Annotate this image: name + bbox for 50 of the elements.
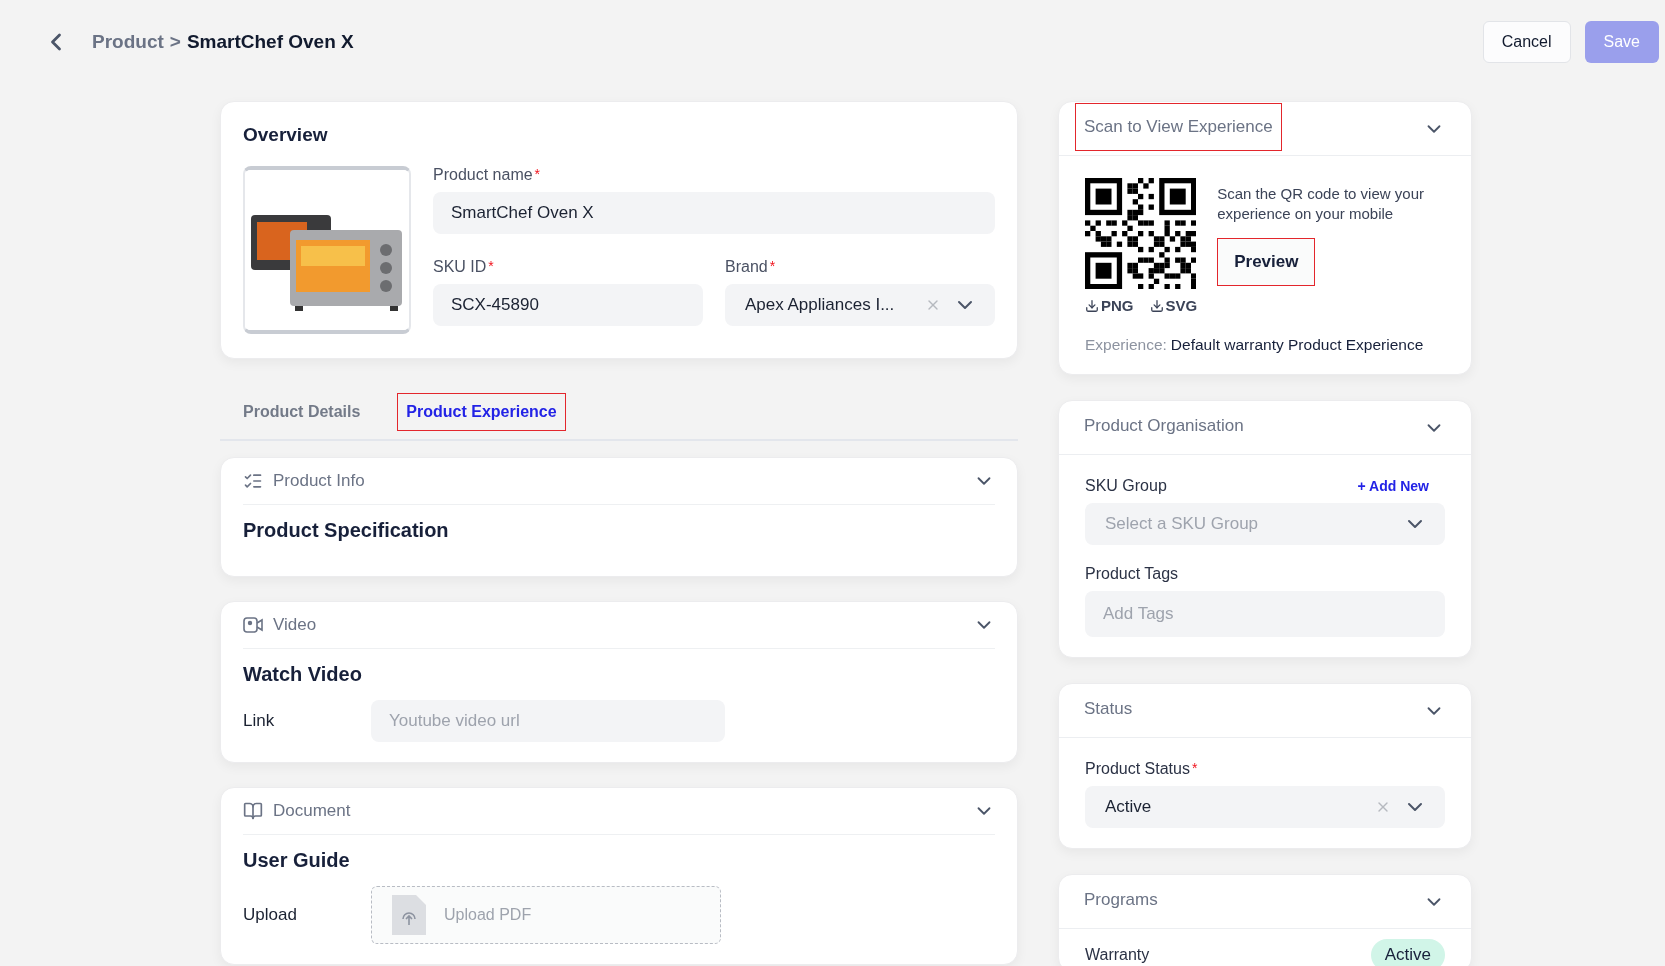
preview-button[interactable]: Preview	[1217, 238, 1316, 286]
field-label: Product Tags	[1085, 565, 1179, 584]
status-select[interactable]: Active	[1085, 786, 1445, 829]
download-icon	[1085, 298, 1099, 313]
card-title: Programs	[1083, 888, 1159, 911]
tab[interactable]: Product Details	[234, 393, 370, 431]
tags-input[interactable]: Add Tags	[1085, 591, 1445, 638]
breadcrumb-link[interactable]: Product	[92, 31, 164, 53]
text-input[interactable]: SmartChef Oven X	[433, 192, 995, 234]
required-mark: *	[769, 258, 776, 274]
scan-instructions: Scan the QR code to view your experience on your mobile	[1217, 184, 1425, 224]
card-title: Scan to View Experience	[1075, 102, 1282, 151]
field-label: Upload	[243, 905, 298, 925]
video-camera-icon	[243, 615, 263, 635]
section-title: Document	[273, 801, 352, 821]
tab[interactable]: Product Experience	[397, 393, 566, 431]
field-label: SKU Group	[1085, 477, 1167, 496]
download-link[interactable]: SVG	[1149, 297, 1198, 315]
experience-label: Experience:	[1085, 336, 1167, 355]
field-label: Product Status	[1085, 760, 1190, 779]
download-link[interactable]: PNG	[1085, 297, 1134, 315]
program-name: Warranty	[1085, 946, 1150, 965]
add-new-link[interactable]: + Add New	[1357, 478, 1429, 495]
download-icon	[1149, 298, 1164, 313]
section-title: Product Info	[273, 471, 366, 491]
section-heading: User Guide	[243, 849, 351, 872]
status-badge: Active	[1370, 939, 1445, 966]
book-icon	[243, 801, 263, 821]
text-input[interactable]: SCX-45890	[433, 284, 703, 326]
field-label: Product name	[433, 166, 533, 184]
section-heading: Product Specification	[243, 519, 450, 542]
card-title: Overview	[243, 124, 329, 146]
checklist-icon	[243, 471, 263, 491]
file-upload-icon	[392, 895, 426, 935]
experience-value: Default warranty Product Experience	[1170, 336, 1424, 355]
cancel-button[interactable]: Cancel	[1482, 21, 1571, 63]
field-label: Link	[243, 711, 276, 731]
card-title: Status	[1083, 697, 1134, 720]
page-title: SmartChef Oven X	[186, 31, 354, 53]
brand-select[interactable]: Apex Appliances I...	[725, 284, 995, 326]
card-title: Product Organisation	[1083, 414, 1245, 437]
required-mark: *	[488, 258, 494, 274]
field-label: SKU ID	[433, 258, 487, 276]
required-mark: *	[1191, 760, 1198, 777]
required-mark: *	[534, 166, 541, 182]
url-input[interactable]: Youtube video url	[371, 700, 725, 742]
section-title: Video	[273, 615, 318, 635]
field-label: Brand	[725, 258, 768, 276]
breadcrumb-separator: >	[169, 31, 181, 53]
section-heading: Watch Video	[243, 663, 363, 686]
